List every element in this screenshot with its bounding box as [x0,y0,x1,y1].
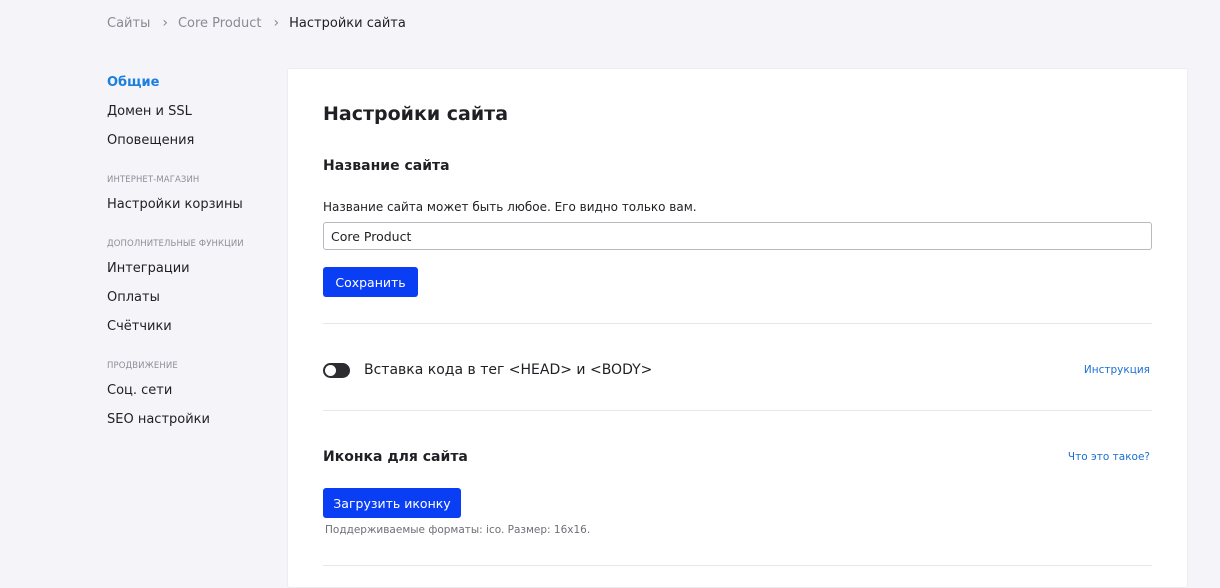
sidebar-item-social[interactable]: Соц. сети [107,381,277,410]
page-title: Настройки сайта [323,103,509,125]
site-name-input[interactable] [323,222,1152,250]
breadcrumb-item-project[interactable]: Core Product [178,16,262,31]
save-button[interactable]: Сохранить [323,267,418,297]
sidebar-item-general[interactable]: Общие [107,73,277,102]
sidebar-item-cart-settings[interactable]: Настройки корзины [107,195,277,224]
sidebar-item-domain-ssl[interactable]: Домен и SSL [107,102,277,131]
favicon-formats-hint: Поддерживаемые форматы: ico. Размер: 16x… [325,524,591,536]
divider [323,565,1152,566]
site-name-hint: Название сайта может быть любое. Его вид… [323,200,697,214]
code-insert-toggle[interactable] [323,363,350,378]
code-insert-label: Вставка кода в тег <HEAD> и <BODY> [364,362,653,378]
sidebar-group-title-shop: ИНТЕРНЕТ-МАГАЗИН [107,175,200,185]
settings-card: Настройки сайта Название сайта Название … [287,68,1188,588]
what-is-this-link[interactable]: Что это такое? [1068,451,1150,463]
upload-icon-button[interactable]: Загрузить иконку [323,488,461,518]
divider [323,323,1152,324]
site-name-section-title: Название сайта [323,158,450,174]
sidebar-item-payments[interactable]: Оплаты [107,288,277,317]
instruction-link[interactable]: Инструкция [1084,364,1150,376]
sidebar-item-notifications[interactable]: Оповещения [107,131,277,160]
sidebar-item-integrations[interactable]: Интеграции [107,259,277,288]
breadcrumb: Сайты › Core Product › Настройки сайта [107,15,406,31]
sidebar-item-counters[interactable]: Счётчики [107,317,277,346]
divider [323,410,1152,411]
chevron-right-icon: › [273,15,280,31]
sidebar-item-seo[interactable]: SEO настройки [107,410,277,439]
settings-sidebar: Общие Домен и SSL Оповещения ИНТЕРНЕТ-МА… [107,73,277,439]
breadcrumb-item-sites[interactable]: Сайты [107,16,150,31]
sidebar-group-title-promo: ПРОДВИЖЕНИЕ [107,361,178,371]
chevron-right-icon: › [162,15,168,31]
toggle-knob [325,365,336,376]
sidebar-group-title-extra: ДОПОЛНИТЕЛЬНЫЕ ФУНКЦИИ [107,239,244,249]
favicon-section-title: Иконка для сайта [323,449,468,465]
breadcrumb-current: Настройки сайта [289,15,406,31]
